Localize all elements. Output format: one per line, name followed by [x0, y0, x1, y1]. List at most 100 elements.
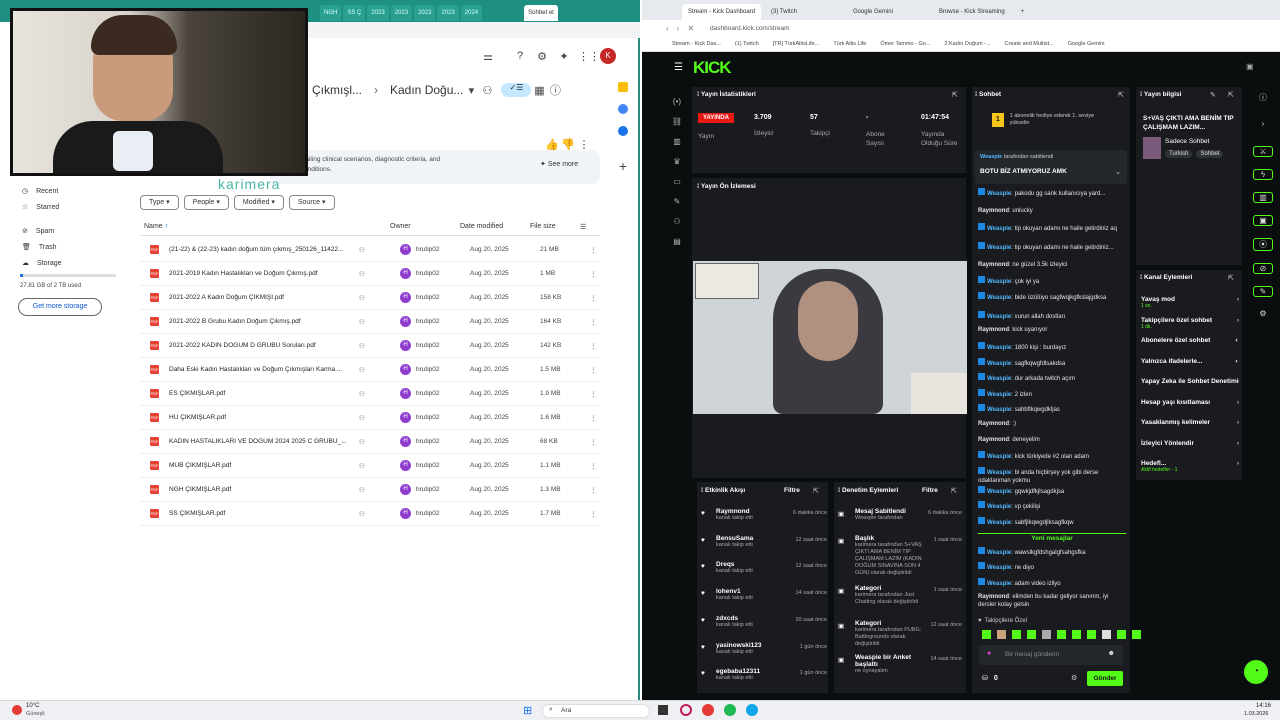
chat-username[interactable]: Raymnond	[978, 208, 1009, 214]
chat-username[interactable]: Weaspie	[987, 392, 1011, 398]
popout-icon[interactable]: ⇱	[952, 91, 958, 99]
chevron-right-icon[interactable]: ›	[1237, 460, 1239, 467]
chat-popout-icon[interactable]: ⇱	[1118, 91, 1124, 99]
chat-username[interactable]: Weaspie	[987, 361, 1011, 367]
file-row[interactable]: PDF 2021-2022 A Kadın Doğum ÇIKMIŞI.pdf …	[140, 286, 600, 310]
kick-logo[interactable]: KICK	[693, 58, 732, 78]
source-filter[interactable]: Source ▾	[288, 195, 335, 210]
toggle[interactable]: ◐	[1235, 358, 1239, 365]
chat-username[interactable]: Weaspie	[987, 470, 1011, 476]
more-icon[interactable]: ⋮	[590, 510, 597, 518]
bookmark[interactable]: 2.Kadın Doğum -...	[944, 41, 990, 47]
file-row[interactable]: PDF 2021-2019 Kadın Hastalıkları ve Doğu…	[140, 262, 600, 286]
chat-username[interactable]: Weaspie	[987, 454, 1011, 460]
tab[interactable]: SS Ç	[343, 4, 366, 21]
hamburger-menu-icon[interactable]: ☰	[674, 62, 683, 73]
account-avatar[interactable]: K	[600, 48, 616, 64]
chat-message[interactable]: Weaspie: wawslkgfdshgalgfsahgsfka	[978, 546, 1126, 557]
chat-username[interactable]: Weaspie	[987, 407, 1011, 413]
chevron-right-icon[interactable]: ›	[1237, 378, 1239, 385]
taskbar-search[interactable]: ⌕ Ara	[542, 704, 650, 718]
forward-icon[interactable]: ›	[677, 24, 680, 33]
file-row[interactable]: PDF SS ÇIKMIŞLAR.pdf ⚇ H hrutip02 Aug 20…	[140, 502, 600, 526]
chart-icon[interactable]: ▥	[670, 132, 684, 152]
get-more-storage-button[interactable]: Get more storage	[18, 298, 102, 316]
edge-icon[interactable]	[746, 704, 758, 716]
grid-view-icon[interactable]: ▦	[531, 84, 547, 97]
sidebar-item-trash[interactable]: 🗑 Trash	[22, 243, 57, 252]
back-icon[interactable]: ‹	[666, 24, 669, 33]
tab-kick-dashboard[interactable]: Stream - Kick Dashboard	[682, 3, 762, 20]
new-tab-icon[interactable]: +	[1015, 4, 1031, 20]
feed-filter-button[interactable]: Filtre	[784, 487, 800, 494]
emote-icon[interactable]	[982, 630, 991, 639]
emote-icon[interactable]	[1087, 630, 1096, 639]
chat-message[interactable]: Weaspie: bide üzülüyo sagfwqjkgfkslajgdk…	[978, 291, 1126, 302]
tag[interactable]: Turkish	[1165, 150, 1193, 158]
bookmark[interactable]: [TR] TürkAltisLife...	[773, 41, 820, 47]
stop-icon[interactable]: ✕	[687, 24, 694, 33]
info-popout-icon[interactable]: ⇱	[1228, 91, 1234, 99]
size-column-header[interactable]: File size	[530, 223, 580, 230]
wrench-action-icon[interactable]: ✎	[1253, 286, 1273, 297]
trophy-icon[interactable]: ♛	[670, 152, 684, 172]
chat-username[interactable]: Weaspie	[987, 489, 1011, 495]
channel-action-item[interactable]: Yavaş mod 1 sn. ›	[1141, 296, 1241, 309]
emote-icon[interactable]	[1042, 630, 1051, 639]
chat-message[interactable]: Raymnond: :)	[978, 420, 1126, 428]
wrench-icon[interactable]: ✎	[670, 192, 684, 212]
emote-icon[interactable]	[1057, 630, 1066, 639]
tab-kick-browse[interactable]: Browse - Kick Streaming	[933, 4, 1011, 20]
info-icon[interactable]: ⓘ	[547, 82, 563, 98]
dropdown-icon[interactable]: ▾	[463, 84, 479, 97]
sort-options-icon[interactable]: ☰	[580, 223, 586, 231]
chat-message[interactable]: Raymnond: deneyelim	[978, 436, 1126, 444]
moderation-filter-button[interactable]: Filtre	[922, 487, 938, 494]
help-icon[interactable]: ?	[512, 50, 528, 62]
chat-input[interactable]: ● Bir mesaj gönderin ☻	[979, 645, 1123, 665]
bookmark[interactable]: (1) Twitch	[735, 41, 759, 47]
moderation-item[interactable]: ▣ Weaspie bir Anket başlattı ne oynayalı…	[838, 654, 962, 675]
raid-action-icon[interactable]: ⦿	[1253, 238, 1273, 251]
emote-icon[interactable]	[1117, 630, 1126, 639]
chevron-right-icon[interactable]: ›	[1237, 399, 1239, 406]
clock-time[interactable]: 14:16	[1256, 703, 1271, 709]
emote-icon[interactable]	[1072, 630, 1081, 639]
chat-username[interactable]: Weaspie	[987, 279, 1011, 285]
chat-message[interactable]: Raymnond: unlucky	[978, 207, 1126, 215]
file-row[interactable]: PDF NGH ÇIKMIŞLAR.pdf ⚇ H hrutip02 Aug 2…	[140, 478, 600, 502]
settings-icon[interactable]: ⚙	[534, 50, 550, 63]
weather-temp[interactable]: 10°C	[26, 703, 39, 709]
page-title[interactable]: Kadın Doğu...	[390, 83, 463, 97]
date-column-header[interactable]: Date modified	[460, 223, 530, 230]
windows-start-icon[interactable]: ⊞	[523, 704, 532, 717]
tab-twitch[interactable]: (3) Twitch	[765, 4, 803, 20]
send-button[interactable]: Gönder	[1087, 671, 1123, 686]
chevron-icon[interactable]: ›	[1253, 119, 1273, 128]
feed-item[interactable]: ♥ lohenv1 kanalı takip etti 14 saat önce	[701, 588, 827, 601]
video-icon[interactable]: ▭	[670, 172, 684, 192]
clip-action-icon[interactable]: ▥	[1253, 192, 1273, 203]
tag[interactable]: Sohbet	[1196, 150, 1224, 158]
chat-message[interactable]: Weaspie: dur arkada twitch açım	[978, 373, 1126, 383]
file-row[interactable]: PDF KADIN HASTALIKLARI VE DOĞUM 2024 202…	[140, 430, 600, 454]
chat-message[interactable]: Weaspie: adam video izliyo	[978, 577, 1126, 588]
channel-action-item[interactable]: Abonelere özel sohbet ◐	[1141, 337, 1241, 344]
user-menu-icon[interactable]: ▣	[1246, 62, 1254, 71]
channel-action-item[interactable]: İzleyici Yönlendir ›	[1141, 440, 1241, 447]
more-icon[interactable]: ⋮	[590, 486, 597, 494]
more-icon[interactable]: ⋮	[590, 390, 597, 398]
tab-gemini[interactable]: Google Gemini	[847, 4, 899, 20]
bookmark[interactable]: Stream - Kick Das...	[672, 41, 721, 47]
tasks-icon[interactable]	[618, 104, 628, 114]
more-icon[interactable]: ⋮	[590, 414, 597, 422]
gear-action-icon[interactable]: ⚙	[1253, 309, 1273, 318]
chat-message[interactable]: Weaspie: bi anda hiçbirşey yok gibi ders…	[978, 466, 1126, 485]
tab[interactable]: 2023	[437, 4, 459, 21]
chat-message[interactable]: Weaspie: tip okuyan adamı ne haile getir…	[978, 222, 1126, 233]
chevron-right-icon[interactable]: ›	[1237, 296, 1239, 303]
bookmark[interactable]: Google Gemini	[1068, 41, 1105, 47]
modified-filter[interactable]: Modified ▾	[233, 195, 284, 210]
users-icon[interactable]: ⚇	[670, 212, 684, 232]
chat-username[interactable]: Raymnond	[978, 262, 1009, 268]
